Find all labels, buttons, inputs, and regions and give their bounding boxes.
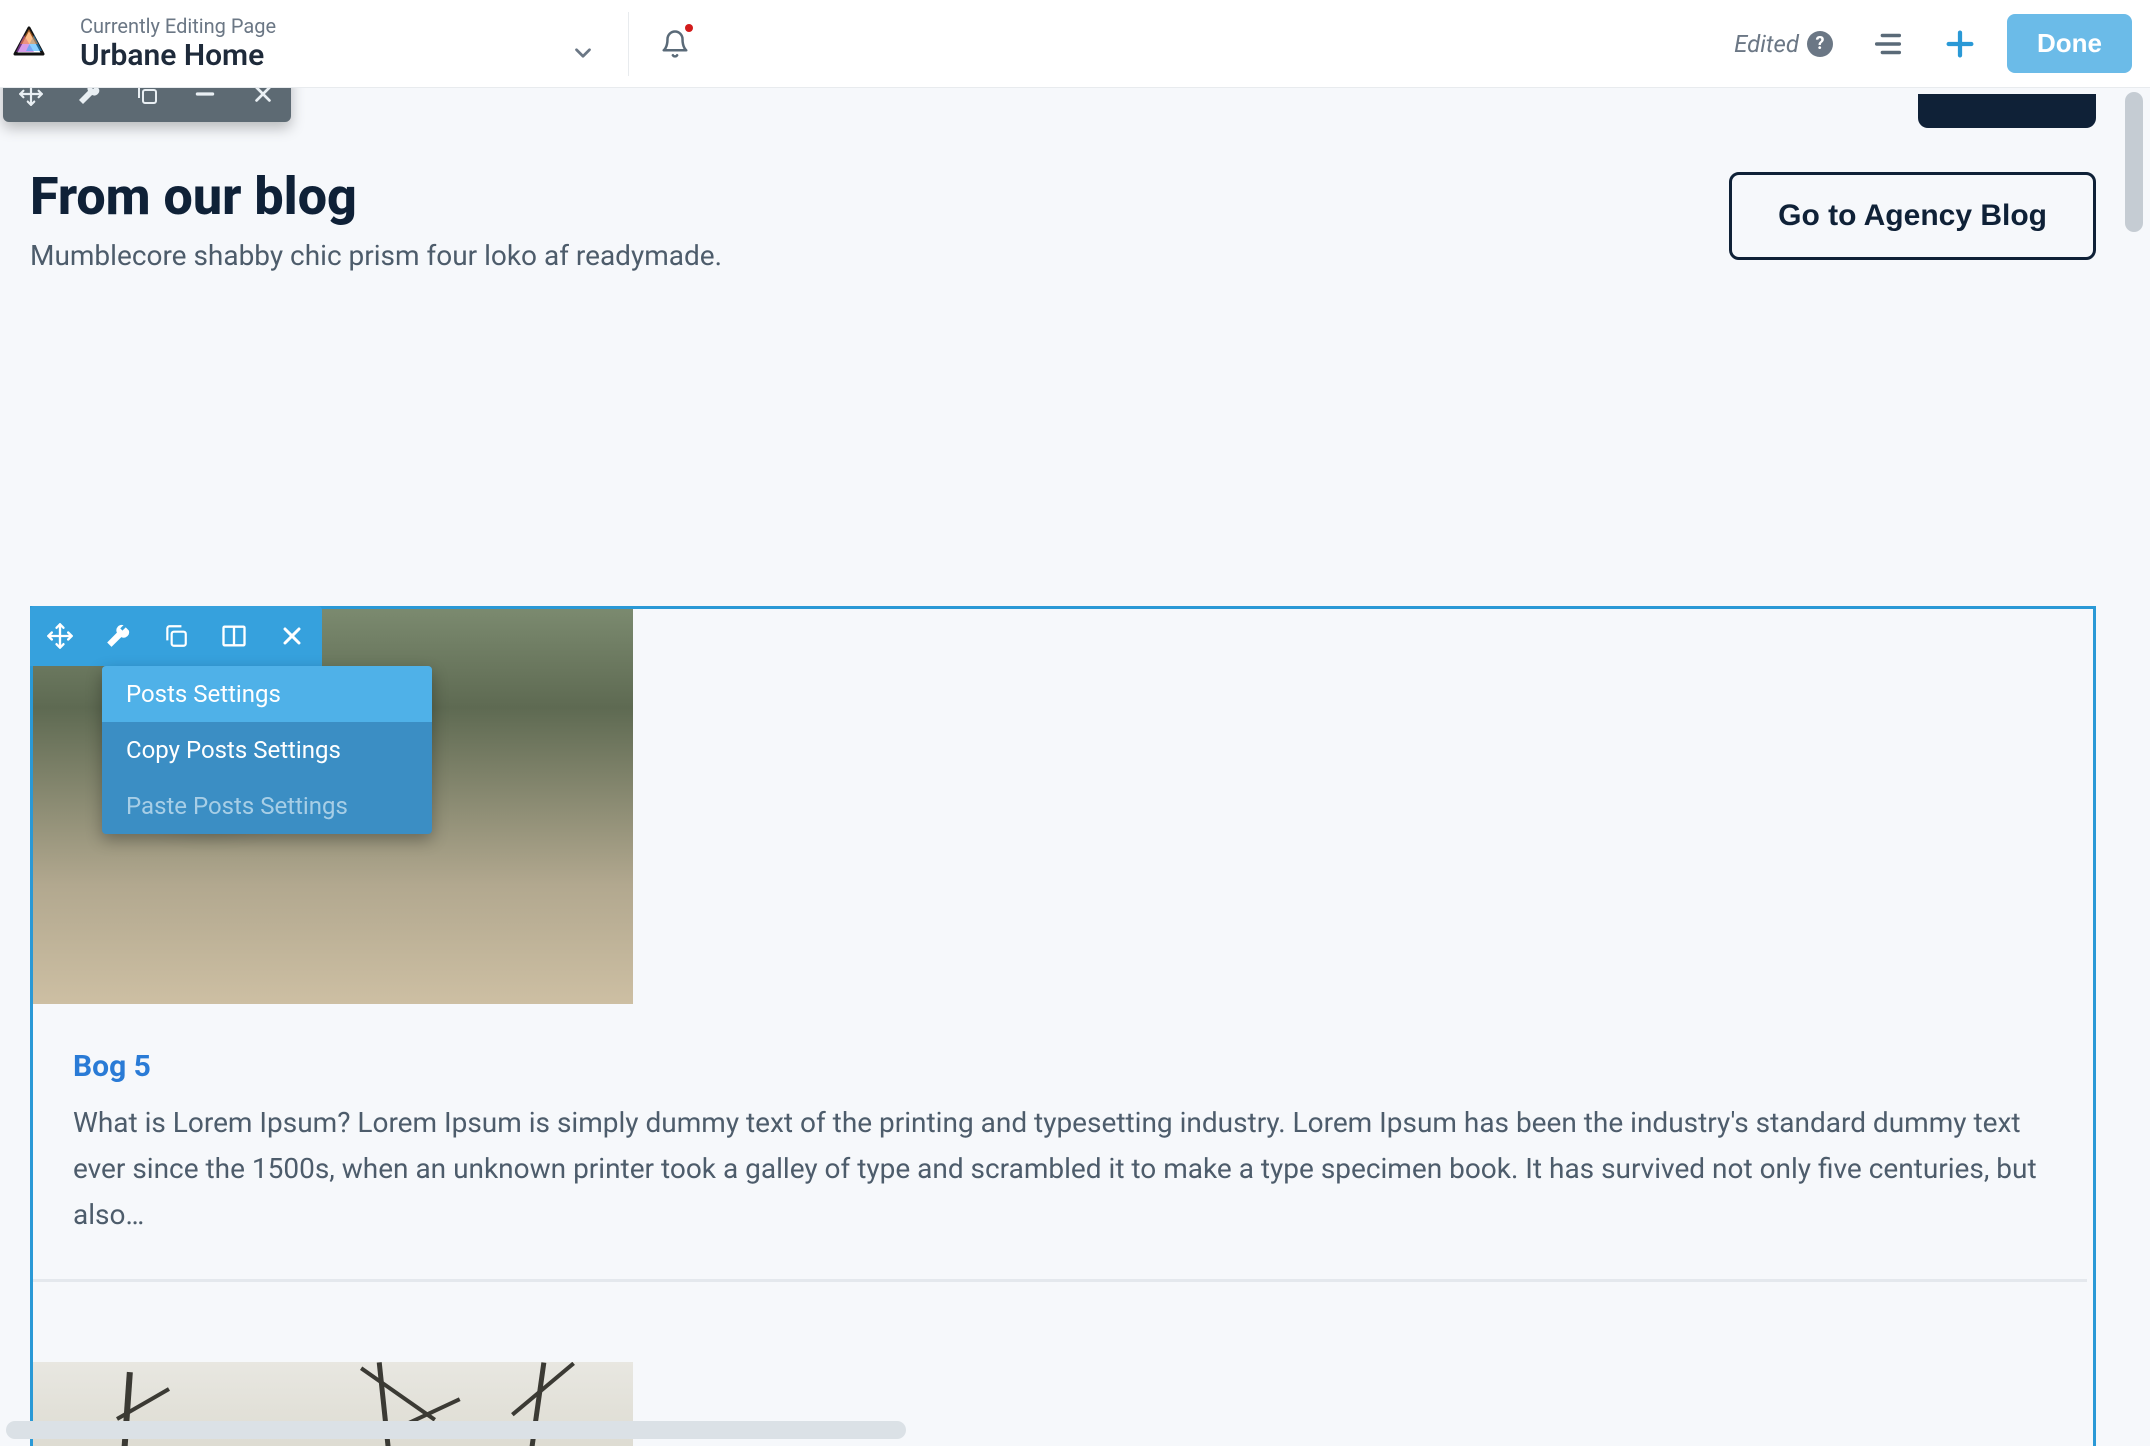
columns-icon[interactable] [218,622,250,650]
post-excerpt: What is Lorem Ipsum? Lorem Ipsum is simp… [73,1100,2047,1239]
page-selector[interactable]: Currently Editing Page Urbane Home [80,14,600,74]
dropdown-item-posts-settings[interactable]: Posts Settings [102,666,432,722]
post-title-link[interactable]: Bog 5 [73,1049,2047,1084]
duplicate-icon[interactable] [160,623,192,649]
chevron-down-icon[interactable] [570,40,596,66]
move-icon[interactable] [44,622,76,650]
offscreen-cta-fragment [1918,94,2096,128]
wrench-icon[interactable] [102,623,134,649]
dropdown-item-paste-settings: Paste Posts Settings [102,778,432,834]
app-logo [8,23,50,65]
editor-topbar: Currently Editing Page Urbane Home Edite… [0,0,2150,88]
dropdown-item-copy-settings[interactable]: Copy Posts Settings [102,722,432,778]
help-icon[interactable]: ? [1807,31,1833,57]
horizontal-scroll-thumb[interactable] [6,1421,906,1439]
done-button[interactable]: Done [2007,14,2132,73]
add-element-button[interactable] [1943,27,1977,61]
module-toolbar [30,606,322,666]
go-to-blog-button[interactable]: Go to Agency Blog [1729,172,2096,260]
horizontal-scrollbar[interactable] [0,1418,2150,1442]
editing-page-label: Currently Editing Page [80,14,540,38]
posts-module[interactable]: Posts Settings Copy Posts Settings Paste… [30,606,2096,1446]
vertical-scrollbar[interactable] [2122,92,2146,1406]
bell-icon [660,29,690,59]
page-name: Urbane Home [80,38,540,74]
vertical-scroll-thumb[interactable] [2125,92,2143,232]
close-icon[interactable] [276,624,308,648]
notifications-button[interactable] [657,26,693,62]
blog-section-header: From our blog Mumblecore shabby chic pri… [30,166,2120,272]
settings-dropdown: Posts Settings Copy Posts Settings Paste… [102,666,432,834]
divider [628,12,629,76]
post-body: Bog 5 What is Lorem Ipsum? Lorem Ipsum i… [33,1004,2087,1282]
outline-panel-button[interactable] [1871,27,1905,61]
page-canvas: From our blog Mumblecore shabby chic pri… [0,88,2150,1446]
notification-dot-icon [685,24,693,32]
edited-status: Edited [1734,30,1799,58]
